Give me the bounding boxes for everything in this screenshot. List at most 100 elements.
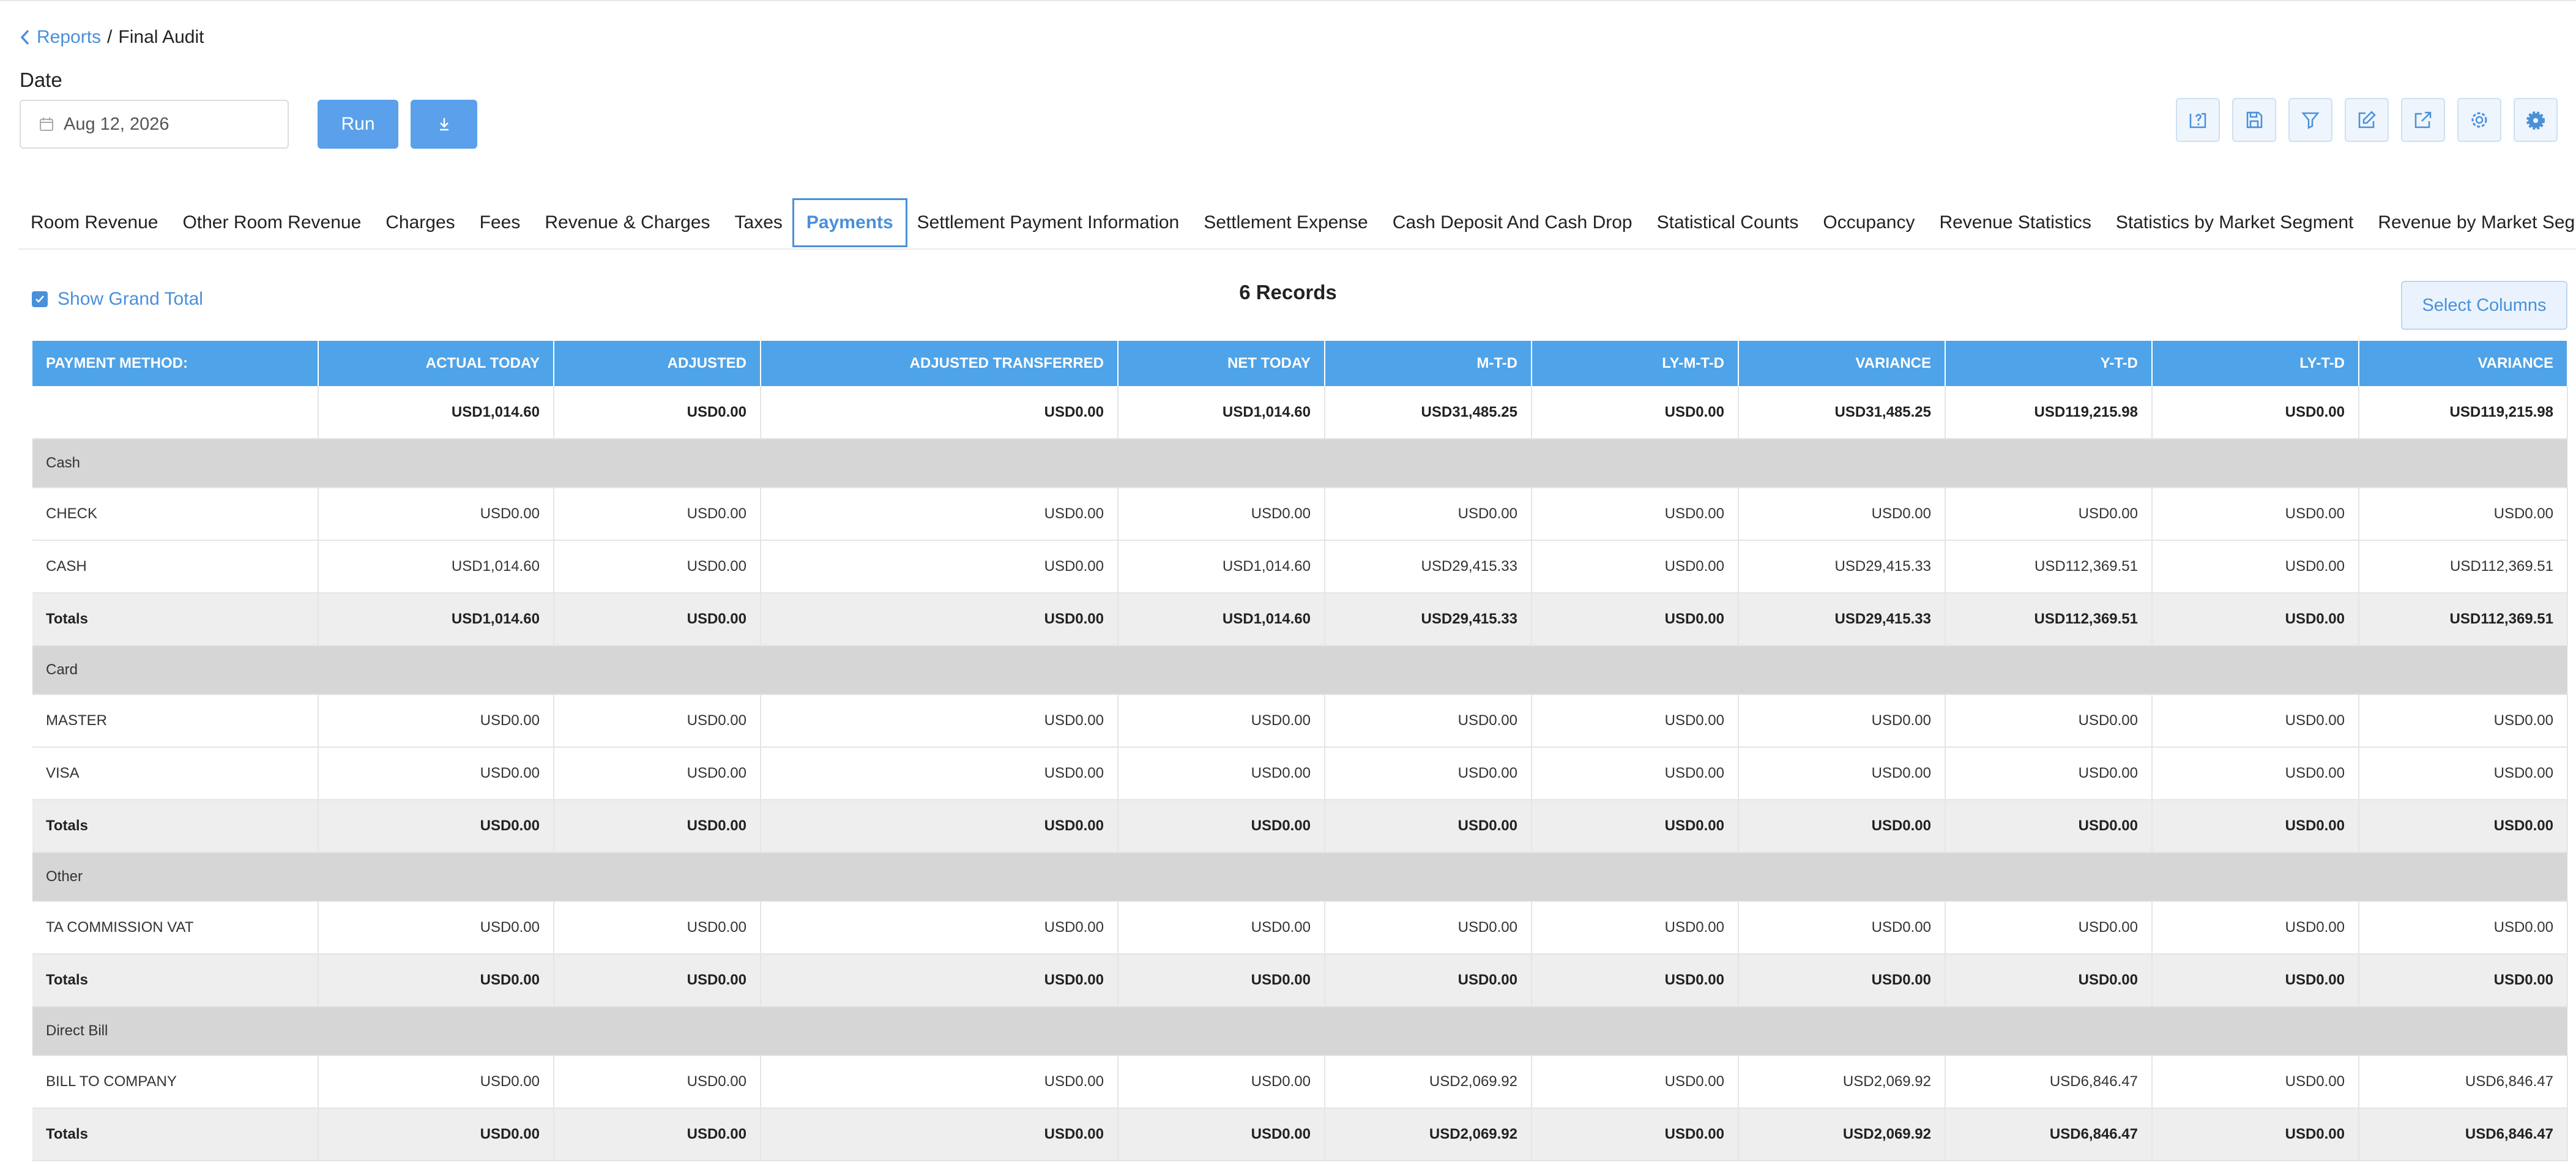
table-cell: USD0.00	[1532, 901, 1739, 955]
column-header[interactable]: LY-M-T-D	[1532, 341, 1739, 386]
breadcrumb-separator: /	[107, 27, 113, 47]
tab-fees[interactable]: Fees	[467, 198, 533, 247]
table-cell: USD0.00	[761, 540, 1119, 594]
tab-taxes[interactable]: Taxes	[723, 198, 795, 247]
top-divider	[0, 0, 2576, 1]
date-field[interactable]: Aug 12, 2026	[20, 100, 289, 149]
table-cell: USD0.00	[1945, 488, 2153, 541]
table-cell: USD0.00	[1532, 800, 1739, 853]
table-cell: USD0.00	[318, 901, 554, 955]
table-cell: USD0.00	[1532, 954, 1739, 1007]
table-cell: USD0.00	[761, 954, 1119, 1007]
tab-settlement-expense[interactable]: Settlement Expense	[1191, 198, 1380, 247]
table-cell: USD0.00	[1532, 386, 1739, 439]
save-button[interactable]	[2232, 98, 2276, 142]
table-cell: USD0.00	[761, 800, 1119, 853]
table-cell: USD0.00	[1118, 488, 1325, 541]
totals-row: Totals USD0.00 USD0.00 USD0.00 USD0.00 USD2,0…	[32, 1108, 2568, 1161]
table-cell: USD112,369.51	[2359, 540, 2568, 594]
table-cell: USD1,014.60	[1118, 540, 1325, 594]
filter-button[interactable]	[2288, 98, 2332, 142]
tab-other-room-revenue[interactable]: Other Room Revenue	[170, 198, 373, 247]
table-cell: USD0.00	[318, 1108, 554, 1161]
tab-payments[interactable]: Payments	[792, 198, 907, 247]
help-button[interactable]	[2176, 98, 2220, 142]
tab-revenue-by-market-segment[interactable]: Revenue by Market Segment	[2366, 198, 2576, 247]
table-cell: USD112,369.51	[2359, 593, 2568, 646]
export-button[interactable]	[2401, 98, 2445, 142]
tab-cash-deposit-and-cash-drop[interactable]: Cash Deposit And Cash Drop	[1380, 198, 1645, 247]
table-cell: USD0.00	[554, 1108, 761, 1161]
column-header[interactable]: LY-T-D	[2152, 341, 2359, 386]
edit-button[interactable]	[2345, 98, 2389, 142]
table-cell: USD0.00	[318, 694, 554, 748]
table-cell: USD0.00	[1325, 901, 1532, 955]
column-header[interactable]: M-T-D	[1325, 341, 1532, 386]
tab-statistics-by-market-segment[interactable]: Statistics by Market Segment	[2104, 198, 2366, 247]
column-header[interactable]: Y-T-D	[1945, 341, 2153, 386]
run-button[interactable]: Run	[318, 100, 398, 149]
row-label: Totals	[32, 593, 319, 646]
tab-revenue-statistics[interactable]: Revenue Statistics	[1927, 198, 2103, 247]
totals-row: Totals USD0.00 USD0.00 USD0.00 USD0.00 USD0.0…	[32, 800, 2568, 853]
table-cell: USD0.00	[1118, 954, 1325, 1007]
table-cell: USD0.00	[1945, 901, 2153, 955]
table-row: VISA USD0.00 USD0.00 USD0.00 USD0.00 USD0.00 U…	[32, 747, 2568, 800]
gear-icon	[2471, 112, 2487, 128]
table-cell: USD0.00	[554, 800, 761, 853]
table-cell: USD0.00	[2359, 954, 2568, 1007]
row-label: Totals	[32, 1108, 319, 1161]
download-button[interactable]	[411, 100, 477, 149]
table-cell: USD0.00	[761, 901, 1119, 955]
settings-button[interactable]	[2457, 98, 2501, 142]
tab-room-revenue[interactable]: Room Revenue	[18, 198, 170, 247]
date-label: Date	[20, 69, 62, 91]
column-header[interactable]: ACTUAL TODAY	[318, 341, 554, 386]
table-cell: USD6,846.47	[2359, 1055, 2568, 1109]
checkbox-checked-icon[interactable]	[32, 291, 48, 307]
save-icon	[2246, 111, 2263, 128]
breadcrumb-reports[interactable]: Reports	[37, 27, 101, 48]
table-cell: USD0.00	[318, 747, 554, 800]
row-label: CHECK	[32, 488, 319, 541]
column-header[interactable]: ADJUSTED	[554, 341, 761, 386]
column-header[interactable]: PAYMENT METHOD:	[32, 341, 319, 386]
tab-charges[interactable]: Charges	[373, 198, 467, 247]
tab-occupancy[interactable]: Occupancy	[1811, 198, 1927, 247]
table-cell: USD0.00	[554, 386, 761, 439]
table-cell: USD0.00	[554, 488, 761, 541]
group-header-row: Other	[32, 852, 2567, 902]
tab-settlement-payment-information[interactable]: Settlement Payment Information	[905, 198, 1192, 247]
table-cell: USD0.00	[761, 488, 1119, 541]
group-header-row: Cash	[32, 439, 2567, 488]
table-cell: USD112,369.51	[1945, 540, 2153, 594]
table-cell: USD0.00	[761, 386, 1119, 439]
table-cell: USD0.00	[761, 747, 1119, 800]
table-cell: USD1,014.60	[318, 540, 554, 594]
back-to-reports-link[interactable]: Reports	[20, 27, 101, 48]
totals-row: Totals USD0.00 USD0.00 USD0.00 USD0.00 USD0.0…	[32, 954, 2568, 1007]
table-cell: USD0.00	[1945, 747, 2153, 800]
row-label: TA COMMISSION VAT	[32, 901, 319, 955]
column-header[interactable]: ADJUSTED TRANSFERRED	[761, 341, 1119, 386]
table-cell: USD0.00	[761, 593, 1119, 646]
table-cell: USD0.00	[1118, 694, 1325, 748]
table-cell: USD0.00	[318, 488, 554, 541]
filter-icon	[2301, 112, 2320, 130]
table-cell: USD29,415.33	[1738, 540, 1946, 594]
table-cell: USD29,415.33	[1325, 540, 1532, 594]
table-row: CHECK USD0.00 USD0.00 USD0.00 USD0.00 USD0.00…	[32, 488, 2568, 541]
show-grand-total-toggle[interactable]: Show Grand Total	[32, 289, 203, 310]
table-cell: USD31,485.25	[1738, 386, 1946, 439]
select-columns-button[interactable]: Select Columns	[2401, 281, 2567, 330]
table-cell: USD0.00	[761, 1055, 1119, 1109]
tab-statistical-counts[interactable]: Statistical Counts	[1645, 198, 1811, 247]
advanced-settings-button[interactable]	[2514, 98, 2558, 142]
table-cell: USD0.00	[554, 901, 761, 955]
table-cell: USD0.00	[1532, 1055, 1739, 1109]
column-header[interactable]: VARIANCE	[2359, 341, 2568, 386]
tab-revenue-charges[interactable]: Revenue & Charges	[532, 198, 722, 247]
column-header[interactable]: NET TODAY	[1118, 341, 1325, 386]
table-header-row: PAYMENT METHOD: ACTUAL TODAY ADJUSTED ADJUS…	[32, 341, 2568, 386]
column-header[interactable]: VARIANCE	[1738, 341, 1946, 386]
